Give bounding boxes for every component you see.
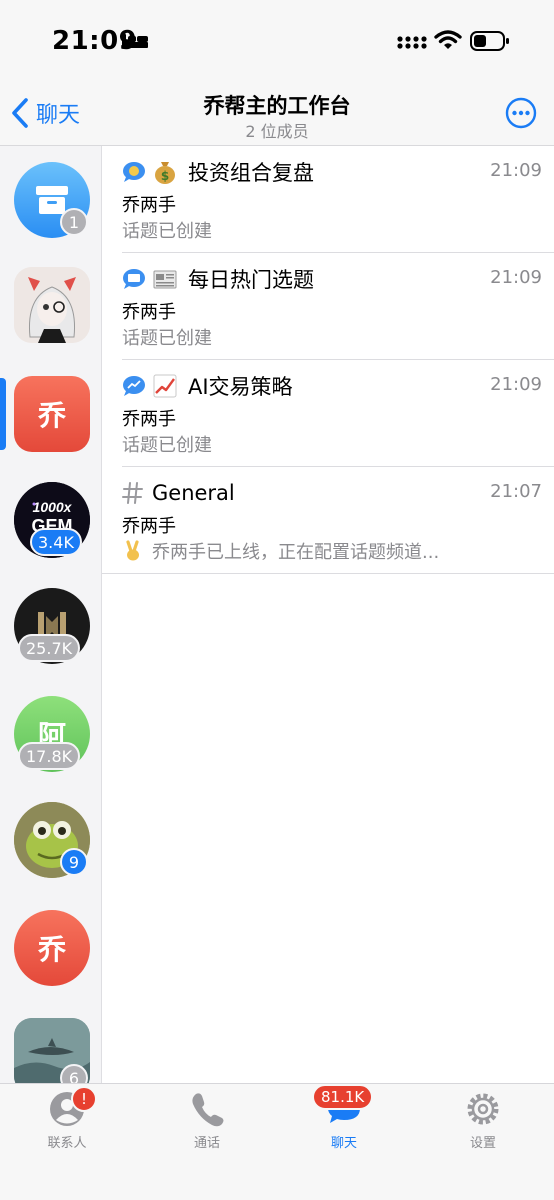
battery-icon [470, 31, 509, 51]
topic-title: General [152, 481, 235, 505]
topic-sender: 乔两手 [122, 302, 176, 323]
topic-bubble-icon [123, 269, 145, 289]
topic-preview: 乔两手已上线，正在配置话题频道... [152, 542, 440, 563]
newspaper-icon [153, 270, 177, 289]
gear-icon [467, 1093, 499, 1125]
avatar-letter: 乔 [37, 933, 66, 966]
unread-badge: 1 [60, 208, 88, 236]
topic-preview: 话题已创建 [122, 435, 212, 456]
topic-preview: 话题已创建 [122, 221, 212, 242]
tab-badge: ! [71, 1086, 97, 1112]
chat-sidebar: 1 乔 1000x GEM 3.4K 25.7K 阿 17.8K 9 乔 6 [0, 146, 102, 1084]
phone-icon [192, 1093, 224, 1127]
topic-time: 21:09 [490, 374, 542, 395]
page-title: 乔帮主的工作台 [203, 94, 351, 118]
topic-row[interactable]: 每日热门选题 21:09 乔两手 话题已创建 [102, 253, 554, 360]
topic-sender: 乔两手 [122, 195, 176, 216]
sidebar-item-shark-chat[interactable]: 6 [14, 1018, 90, 1084]
topic-preview: 话题已创建 [122, 328, 212, 349]
cellular-signal-icon [397, 36, 427, 49]
money-bag-icon: $ [155, 162, 175, 184]
member-count: 2 位成员 [245, 122, 309, 141]
sidebar-item-qiao-workspace[interactable]: 乔 [14, 376, 90, 452]
topic-bubble-icon [123, 162, 145, 182]
topic-preview-line: 乔两手已上线，正在配置话题频道... [122, 538, 439, 564]
anime-portrait-image [14, 267, 90, 343]
sidebar-item-a-chat[interactable]: 阿 17.8K [14, 696, 90, 772]
topic-time: 21:09 [490, 160, 542, 181]
sidebar-item-dark-logo-channel[interactable]: 25.7K [14, 588, 90, 664]
topic-row[interactable]: $ 投资组合复盘 21:09 乔两手 话题已创建 [102, 146, 554, 253]
sleep-focus-icon [122, 34, 148, 48]
tab-label: 聊天 [330, 1136, 357, 1151]
status-bar: 21:09 [0, 0, 554, 80]
sidebar-item-qiao-chat[interactable]: 乔 [14, 910, 90, 986]
wifi-icon [434, 30, 462, 49]
tab-chats[interactable]: 聊天 81.1K [294, 1084, 394, 1160]
tab-contacts[interactable]: 联系人 ! [17, 1086, 117, 1160]
avatar-letter: 乔 [37, 399, 66, 432]
tab-calls[interactable]: 通话 [157, 1090, 257, 1160]
row-divider [102, 573, 554, 574]
sidebar-item-anime-avatar[interactable] [14, 267, 90, 343]
unread-badge: 17.8K [18, 742, 81, 770]
topic-sender: 乔两手 [122, 516, 176, 537]
topic-title: 每日热门选题 [188, 268, 314, 292]
tab-label: 设置 [469, 1136, 496, 1151]
topic-row[interactable]: AI交易策略 21:09 乔两手 话题已创建 [102, 360, 554, 467]
chart-increasing-icon [153, 374, 177, 398]
tab-badge: 81.1K [312, 1084, 374, 1110]
unread-badge: 3.4K [30, 528, 82, 556]
svg-text:1000x: 1000x [33, 499, 73, 515]
more-options-button[interactable] [505, 97, 537, 129]
unread-badge: 25.7K [18, 634, 81, 662]
tab-label: 联系人 [47, 1136, 87, 1151]
topic-row[interactable]: General 21:07 乔两手 乔两手已上线，正在配置话题频道... [102, 467, 554, 574]
selected-indicator [0, 378, 6, 450]
topic-bubble-icon [123, 376, 145, 396]
topic-time: 21:07 [490, 481, 542, 502]
svg-text:$: $ [161, 169, 169, 183]
hash-icon [122, 482, 143, 504]
unread-badge: 6 [60, 1064, 88, 1084]
tab-label: 通话 [193, 1136, 220, 1151]
sidebar-item-archive[interactable]: 1 [14, 162, 90, 238]
sidebar-item-frog-chat[interactable]: 9 [14, 802, 90, 878]
topic-title: AI交易策略 [188, 375, 293, 399]
tab-bar: 联系人 ! 通话 聊天 81.1K 设置 [0, 1083, 554, 1200]
navigation-bar: 聊天 乔帮主的工作台 2 位成员 [0, 80, 554, 146]
unread-badge: 9 [60, 848, 88, 876]
sidebar-item-gem-channel[interactable]: 1000x GEM 3.4K [14, 482, 90, 558]
victory-hand-icon [126, 540, 139, 561]
topic-time: 21:09 [490, 267, 542, 288]
tab-settings[interactable]: 设置 [433, 1090, 533, 1160]
topic-sender: 乔两手 [122, 409, 176, 430]
topic-list: $ 投资组合复盘 21:09 乔两手 话题已创建 每日热门选题 21:09 乔两… [102, 146, 554, 574]
topic-title: 投资组合复盘 [188, 161, 314, 185]
